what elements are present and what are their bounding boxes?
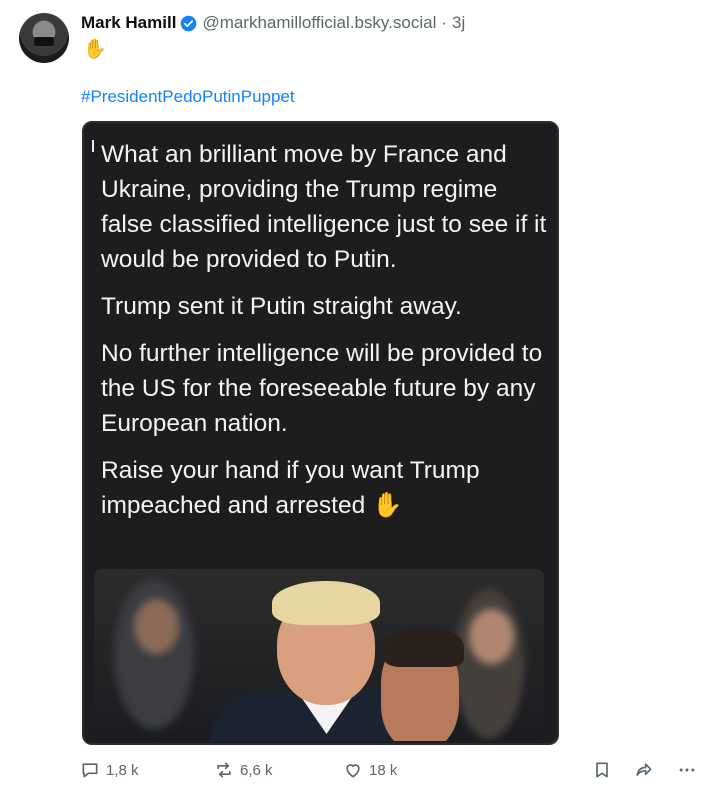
repost-count: 6,6 k (240, 761, 273, 779)
hashtag-link[interactable]: #PresidentPedoPutinPuppet (81, 87, 295, 107)
bookmark-button[interactable] (592, 755, 612, 785)
reply-button[interactable]: 1,8 k (80, 755, 139, 785)
more-options-button[interactable] (677, 755, 697, 785)
embed-paragraph: Trump sent it Putin straight away. (101, 293, 462, 320)
embed-paragraph: What an brilliant move by France and Ukr… (101, 141, 547, 273)
separator: · (441, 13, 448, 32)
author-name[interactable]: Mark Hamill (81, 13, 176, 33)
like-button[interactable]: 18 k (343, 755, 397, 785)
verified-badge-icon (181, 15, 197, 31)
embedded-photo (94, 569, 544, 741)
text-cursor-mark (92, 140, 94, 152)
embedded-image[interactable]: What an brilliant move by France and Ukr… (82, 121, 559, 745)
repost-button[interactable]: 6,6 k (214, 755, 273, 785)
like-count: 18 k (369, 761, 398, 779)
avatar[interactable] (19, 13, 69, 63)
author-handle[interactable]: @markhamillofficial.bsky.social (202, 13, 436, 33)
post-time[interactable]: 3j (452, 13, 465, 33)
embed-paragraph: Raise your hand if you want Trump impeac… (101, 457, 480, 519)
post-actions: 1,8 k 6,6 k 18 k (0, 755, 718, 785)
embedded-image-text: What an brilliant move by France and Ukr… (101, 137, 547, 535)
reply-icon (82, 763, 98, 778)
repost-icon (217, 762, 231, 778)
more-dots-icon (679, 768, 695, 772)
embed-paragraph: No further intelligence will be provided… (101, 340, 543, 437)
post: Mark Hamill @markhamillofficial.bsky.soc… (0, 0, 718, 790)
post-header: Mark Hamill @markhamillofficial.bsky.soc… (81, 11, 465, 35)
share-icon (636, 763, 652, 776)
bookmark-icon (596, 762, 608, 778)
share-button[interactable] (634, 755, 654, 785)
heart-icon (346, 764, 360, 778)
post-emoji: ✋ (83, 39, 107, 60)
reply-count: 1,8 k (106, 761, 139, 779)
